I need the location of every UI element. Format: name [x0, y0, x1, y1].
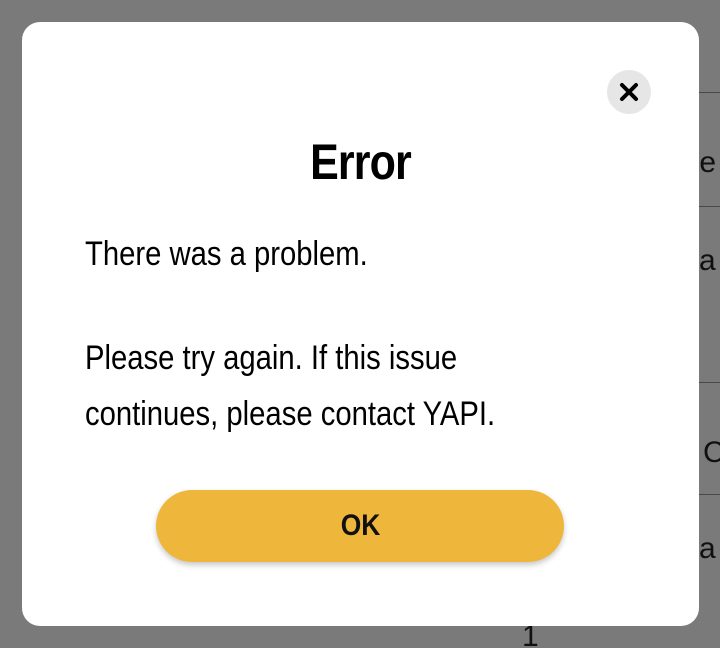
instruction-line: Please try again. If this issue — [85, 339, 458, 377]
instruction-message: Please try again. If this issue continue… — [85, 330, 567, 442]
dialog-title: Error — [310, 134, 412, 190]
ok-button[interactable]: OK — [156, 490, 564, 562]
error-dialog: Error There was a problem. Please try ag… — [22, 22, 699, 626]
close-button[interactable] — [607, 70, 651, 114]
instruction-line: continues, please contact YAPI. — [85, 395, 496, 433]
close-icon — [618, 81, 640, 103]
ok-button-label: OK — [340, 509, 380, 542]
error-message: There was a problem. — [85, 235, 368, 273]
